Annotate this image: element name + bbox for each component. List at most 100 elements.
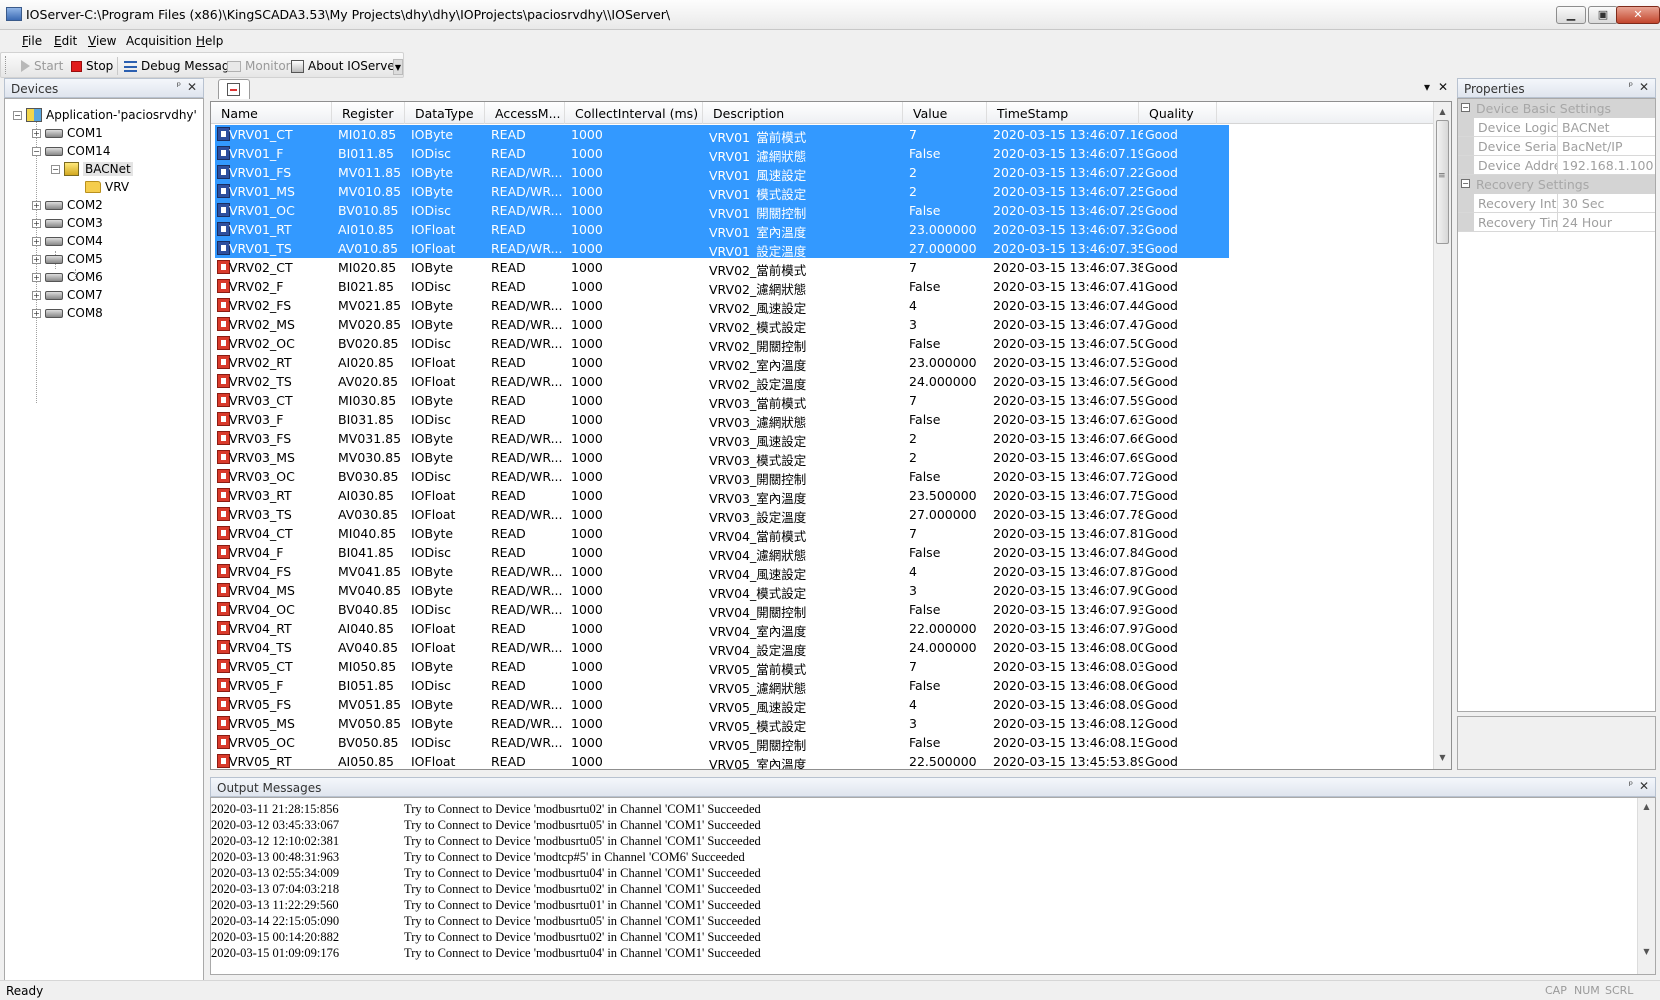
expand-icon[interactable]: + — [32, 236, 41, 246]
column-header-datatype[interactable]: DataType — [405, 102, 485, 124]
table-row[interactable]: VRV05_CT MI050.85 IOByte READ 1000 VRV05_當前模式… — [215, 657, 1229, 677]
tree-node-com5[interactable]: + COM5 — [32, 250, 103, 268]
close-window-button[interactable]: ✕ — [1616, 6, 1660, 24]
collapse-icon[interactable]: − — [13, 110, 22, 120]
table-row[interactable]: VRV01_TS AV010.85 IOFloat READ/WR... 1000 VRV… — [215, 239, 1229, 259]
table-row[interactable]: VRV02_F BI021.85 IODisc READ 1000 VRV02_濾網狀態 F… — [215, 277, 1229, 297]
expand-icon[interactable]: + — [32, 128, 41, 138]
table-row[interactable]: VRV05_MS MV050.85 IOByte READ/WR... 1000 VRV0… — [215, 714, 1229, 734]
property-row[interactable]: Device Address 192.168.1.100:20 — [1458, 156, 1655, 175]
column-header-quality[interactable]: Quality — [1139, 102, 1217, 124]
menu-file[interactable]: File — [22, 34, 42, 48]
table-row[interactable]: VRV04_TS AV040.85 IOFloat READ/WR... 1000 VRV… — [215, 638, 1229, 658]
table-row[interactable]: VRV04_FS MV041.85 IOByte READ/WR... 1000 VRV0… — [215, 562, 1229, 582]
table-row[interactable]: VRV03_FS MV031.85 IOByte READ/WR... 1000 VRV0… — [215, 429, 1229, 449]
property-row[interactable]: Device Logic Name BACNet — [1458, 118, 1655, 137]
column-header-register[interactable]: Register — [332, 102, 405, 124]
table-row[interactable]: VRV04_F BI041.85 IODisc READ 1000 VRV04_濾網狀態 F… — [215, 543, 1229, 563]
menu-help[interactable]: Help — [196, 34, 223, 48]
property-row[interactable]: Device Serial BacNet/IP — [1458, 137, 1655, 156]
table-row[interactable]: VRV03_F BI031.85 IODisc READ 1000 VRV03_濾網狀態 F… — [215, 410, 1229, 430]
property-row[interactable]: Recovery Interval 30 Sec — [1458, 194, 1655, 213]
monitor-button[interactable]: Monitor — [227, 57, 291, 75]
property-category-basic[interactable]: − Device Basic Settings — [1458, 99, 1655, 118]
toolbar-grip[interactable] — [5, 56, 8, 74]
column-header-name[interactable]: Name — [211, 102, 332, 124]
tree-node-com7[interactable]: + COM7 — [32, 286, 103, 304]
maximize-button[interactable]: ▣ — [1588, 6, 1618, 24]
column-header-description[interactable]: Description — [703, 102, 903, 124]
pin-icon[interactable]: ᵖ — [177, 81, 181, 92]
toolbar-overflow-button[interactable]: ▼ — [393, 59, 403, 75]
close-icon[interactable]: ✕ — [187, 80, 197, 94]
tree-node-com14[interactable]: − COM14 — [32, 142, 110, 160]
table-row[interactable]: VRV01_FS MV011.85 IOByte READ/WR... 1000 VRV0… — [215, 163, 1229, 183]
tree-node-com4[interactable]: + COM4 — [32, 232, 103, 250]
document-tab[interactable] — [218, 79, 250, 99]
start-button[interactable]: Start — [21, 57, 63, 75]
menu-view[interactable]: View — [88, 34, 116, 48]
table-row[interactable]: VRV05_FS MV051.85 IOByte READ/WR... 1000 VRV0… — [215, 695, 1229, 715]
scroll-up-icon[interactable]: ▲ — [1638, 799, 1655, 815]
table-row[interactable]: VRV05_OC BV050.85 IODisc READ/WR... 1000 VRV0… — [215, 733, 1229, 753]
menu-acquisition[interactable]: Acquisition — [126, 34, 192, 48]
expand-icon[interactable]: + — [32, 218, 41, 228]
table-row[interactable]: VRV03_MS MV030.85 IOByte READ/WR... 1000 VRV0… — [215, 448, 1229, 468]
table-row[interactable]: VRV05_F BI051.85 IODisc READ 1000 VRV05_濾網狀態 F… — [215, 676, 1229, 696]
column-header-value[interactable]: Value — [903, 102, 987, 124]
table-row[interactable]: VRV04_CT MI040.85 IOByte READ 1000 VRV04_當前模式… — [215, 524, 1229, 544]
close-icon[interactable]: ✕ — [1639, 80, 1649, 94]
table-row[interactable]: VRV02_TS AV020.85 IOFloat READ/WR... 1000 VRV… — [215, 372, 1229, 392]
stop-button[interactable]: Stop — [71, 57, 113, 75]
table-row[interactable]: VRV01_OC BV010.85 IODisc READ/WR... 1000 VRV0… — [215, 201, 1229, 221]
tree-node-bacnet[interactable]: − BACNet — [51, 160, 133, 178]
expand-icon[interactable]: + — [32, 254, 41, 264]
debug-message-button[interactable]: Debug Message — [124, 57, 237, 75]
close-icon[interactable]: ✕ — [1639, 779, 1649, 793]
expand-icon[interactable]: + — [32, 308, 41, 318]
tree-node-application[interactable]: − Application-'paciosrvdhy' — [13, 106, 197, 124]
scroll-thumb[interactable]: ≡ — [1436, 120, 1449, 244]
collapse-icon[interactable]: − — [1461, 179, 1470, 188]
table-row[interactable]: VRV05_RT AI050.85 IOFloat READ 1000 VRV05_室內溫… — [215, 752, 1229, 769]
collapse-icon[interactable]: − — [51, 164, 60, 174]
table-row[interactable]: VRV04_OC BV040.85 IODisc READ/WR... 1000 VRV0… — [215, 600, 1229, 620]
column-header-access-mode[interactable]: AccessM... — [485, 102, 565, 124]
tree-node-com8[interactable]: + COM8 — [32, 304, 103, 322]
scroll-down-icon[interactable]: ▼ — [1638, 944, 1655, 960]
property-category-recovery[interactable]: − Recovery Settings — [1458, 175, 1655, 194]
scroll-down-icon[interactable]: ▼ — [1434, 750, 1451, 766]
output-vertical-scrollbar[interactable]: ▲ ▼ — [1637, 798, 1655, 974]
collapse-icon[interactable]: − — [1461, 103, 1470, 112]
menu-edit[interactable]: Edit — [54, 34, 77, 48]
table-row[interactable]: VRV03_RT AI030.85 IOFloat READ 1000 VRV03_室內溫… — [215, 486, 1229, 506]
table-row[interactable]: VRV01_MS MV010.85 IOByte READ/WR... 1000 VRV0… — [215, 182, 1229, 202]
tree-node-com1[interactable]: + COM1 — [32, 124, 103, 142]
grid-vertical-scrollbar[interactable]: ▲ ≡ ▼ — [1433, 102, 1451, 769]
table-row[interactable]: VRV01_RT AI010.85 IOFloat READ 1000 VRV01_室內溫… — [215, 220, 1229, 240]
table-row[interactable]: VRV02_FS MV021.85 IOByte READ/WR... 1000 VRV0… — [215, 296, 1229, 316]
tree-node-com2[interactable]: + COM2 — [32, 196, 103, 214]
property-row[interactable]: Recovery Time 24 Hour — [1458, 213, 1655, 232]
table-row[interactable]: VRV02_OC BV020.85 IODisc READ/WR... 1000 VRV0… — [215, 334, 1229, 354]
table-row[interactable]: VRV03_OC BV030.85 IODisc READ/WR... 1000 VRV0… — [215, 467, 1229, 487]
collapse-icon[interactable]: − — [32, 146, 41, 156]
tree-node-com3[interactable]: + COM3 — [32, 214, 103, 232]
table-row[interactable]: VRV02_MS MV020.85 IOByte READ/WR... 1000 VRV0… — [215, 315, 1229, 335]
close-document-button[interactable]: ✕ — [1438, 80, 1448, 94]
minimize-button[interactable]: ▁ — [1556, 6, 1586, 24]
table-row[interactable]: VRV01_CT MI010.85 IOByte READ 1000 VRV01_當前模式… — [215, 125, 1229, 145]
table-row[interactable]: VRV01_F BI011.85 IODisc READ 1000 VRV01_濾網狀態 F… — [215, 144, 1229, 164]
expand-icon[interactable]: + — [32, 290, 41, 300]
table-row[interactable]: VRV04_RT AI040.85 IOFloat READ 1000 VRV04_室內溫… — [215, 619, 1229, 639]
tree-node-vrv[interactable]: VRV — [85, 178, 129, 196]
table-row[interactable]: VRV02_CT MI020.85 IOByte READ 1000 VRV02_當前模式… — [215, 258, 1229, 278]
document-list-button[interactable]: ▾ — [1424, 80, 1430, 94]
table-row[interactable]: VRV03_CT MI030.85 IOByte READ 1000 VRV03_當前模式… — [215, 391, 1229, 411]
column-header-timestamp[interactable]: TimeStamp — [987, 102, 1139, 124]
table-row[interactable]: VRV02_RT AI020.85 IOFloat READ 1000 VRV02_室內溫… — [215, 353, 1229, 373]
table-row[interactable]: VRV03_TS AV030.85 IOFloat READ/WR... 1000 VRV… — [215, 505, 1229, 525]
pin-icon[interactable]: ᵖ — [1629, 780, 1633, 791]
expand-icon[interactable]: + — [32, 200, 41, 210]
column-header-collect-interval[interactable]: CollectInterval (ms) — [565, 102, 703, 124]
